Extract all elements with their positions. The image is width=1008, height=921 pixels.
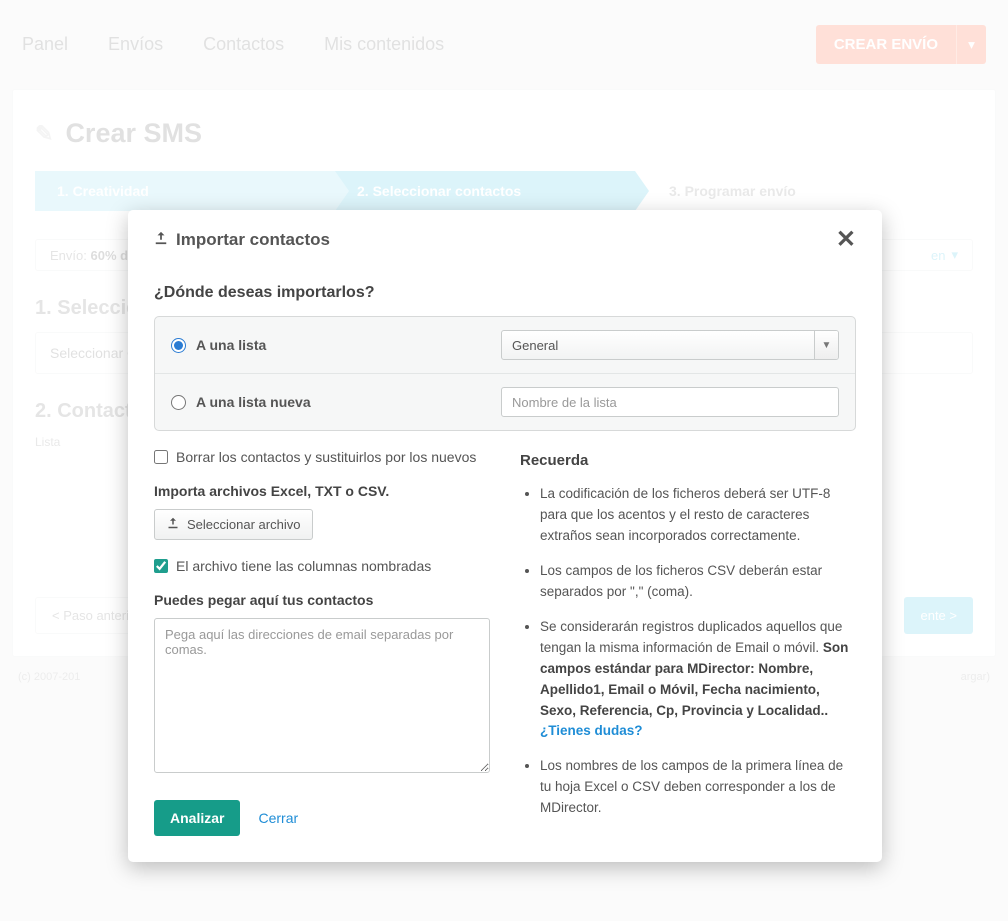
import-contacts-modal: Importar contactos ✕ ¿Dónde deseas impor… <box>128 210 882 862</box>
step-label: 3. Programar envío <box>669 183 796 199</box>
existing-list-select[interactable]: General ▼ <box>501 330 839 360</box>
wizard-steps: 1. Creatividad 2. Seleccionar contactos … <box>35 171 973 211</box>
existing-list-value: General <box>502 331 814 359</box>
new-list-name-input[interactable] <box>501 387 839 417</box>
columns-named-checkbox[interactable]: El archivo tiene las columnas nombradas <box>154 558 490 574</box>
select-file-label: Seleccionar archivo <box>187 517 300 532</box>
create-envio-caret[interactable]: ▾ <box>956 25 986 64</box>
destination-radio-group: A una lista General ▼ A una lista nueva <box>154 316 856 431</box>
upload-icon <box>167 517 179 532</box>
top-nav: Panel Envíos Contactos Mis contenidos CR… <box>12 0 996 89</box>
step-seleccionar-contactos[interactable]: 2. Seleccionar contactos <box>335 171 635 211</box>
modal-close-button[interactable]: ✕ <box>836 228 856 252</box>
step-creatividad[interactable]: 1. Creatividad <box>35 171 335 211</box>
envio-prefix: Envío: <box>50 248 87 263</box>
columns-named-input[interactable] <box>154 559 168 573</box>
paste-contacts-textarea[interactable] <box>154 618 490 773</box>
radio-existing-label: A una lista <box>196 337 266 353</box>
delete-and-replace-checkbox[interactable]: Borrar los contactos y sustituirlos por … <box>154 449 490 465</box>
create-envio-button[interactable]: CREAR ENVÍO <box>816 25 956 64</box>
radio-new-list-input[interactable] <box>171 395 186 410</box>
nav-envios[interactable]: Envíos <box>108 34 163 55</box>
radio-existing-list[interactable]: A una lista <box>171 337 491 353</box>
envio-right-label: en <box>931 248 945 263</box>
step-programar-envio[interactable]: 3. Programar envío <box>635 171 818 211</box>
destination-question: ¿Dónde deseas importarlos? <box>154 284 856 302</box>
upload-icon <box>154 230 168 250</box>
analyze-button[interactable]: Analizar <box>154 800 240 836</box>
step-arrow-icon <box>335 171 349 211</box>
page-title: Crear SMS <box>65 118 202 149</box>
step-label: 1. Creatividad <box>57 183 149 199</box>
envio-value: 60% d <box>90 248 128 263</box>
reminder-text: Se considerarán registros duplicados aqu… <box>540 619 842 655</box>
columns-named-label: El archivo tiene las columnas nombradas <box>176 558 431 574</box>
next-step-button[interactable]: ente > <box>904 597 973 634</box>
nav-panel[interactable]: Panel <box>22 34 68 55</box>
modal-title-text: Importar contactos <box>176 230 330 250</box>
radio-new-label: A una lista nueva <box>196 394 311 410</box>
reminders-heading: Recuerda <box>520 449 856 472</box>
caret-down-icon: ▾ <box>968 37 975 53</box>
reminder-item: La codificación de los ficheros deberá s… <box>540 484 856 547</box>
footer-right: argar) <box>961 671 990 683</box>
doubts-link[interactable]: ¿Tienes dudas? <box>540 723 643 738</box>
reminders: Recuerda La codificación de los ficheros… <box>520 449 856 836</box>
radio-new-list[interactable]: A una lista nueva <box>171 394 491 410</box>
nav-mis-contenidos[interactable]: Mis contenidos <box>324 34 444 55</box>
close-link[interactable]: Cerrar <box>258 810 298 826</box>
delete-and-replace-input[interactable] <box>154 450 168 464</box>
envio-right-toggle[interactable]: en ▾ <box>931 247 958 263</box>
caret-down-icon: ▼ <box>814 331 838 359</box>
reminder-item: Se considerarán registros duplicados aqu… <box>540 617 856 743</box>
pencil-icon: ✎ <box>35 121 53 147</box>
select-file-button[interactable]: Seleccionar archivo <box>154 509 313 540</box>
paste-contacts-heading: Puedes pegar aquí tus contactos <box>154 592 490 608</box>
reminder-item: Los campos de los ficheros CSV deberán e… <box>540 561 856 603</box>
nav-contactos[interactable]: Contactos <box>203 34 284 55</box>
step-label: 2. Seleccionar contactos <box>357 183 521 199</box>
import-files-heading: Importa archivos Excel, TXT o CSV. <box>154 483 490 499</box>
radio-existing-list-input[interactable] <box>171 338 186 353</box>
reminder-item: Los nombres de los campos de la primera … <box>540 756 856 819</box>
delete-and-replace-label: Borrar los contactos y sustituirlos por … <box>176 449 476 465</box>
footer-left: (c) 2007-201 <box>18 671 80 683</box>
caret-down-icon: ▾ <box>951 247 958 263</box>
